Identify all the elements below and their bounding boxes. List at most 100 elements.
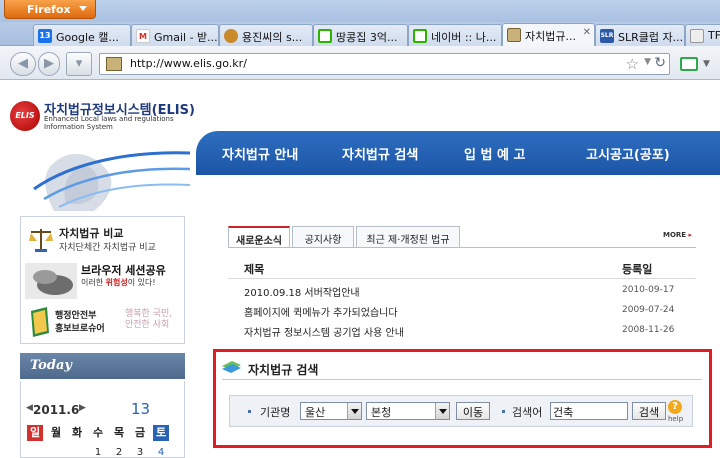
close-icon[interactable]: ✕	[583, 27, 591, 38]
site-identity-icon[interactable]	[106, 57, 122, 71]
browser-session-banner[interactable]: 브라우저 세션공유 이러한 위험성이 있다!	[21, 261, 184, 301]
tab-blog[interactable]: 용진씨의 s...	[219, 24, 313, 46]
calendar: ◀ 2011.6 ▶ 13 일 월 화 수 목 금 토 1 2 3 4	[20, 381, 185, 458]
calendar-date[interactable]: 2	[111, 447, 127, 458]
bullet-icon	[248, 410, 251, 413]
next-month-icon[interactable]: ▶	[79, 403, 86, 413]
tab-news[interactable]: 새로운소식	[228, 226, 290, 248]
tab-peanut-house[interactable]: 땅콩집 3억...	[313, 24, 408, 46]
brochure-slogan: 행복한 국민, 안전한 사회	[125, 309, 173, 330]
tab-gmail[interactable]: M Gmail - 받...	[131, 24, 219, 46]
compare-ordinances-link[interactable]: 자치법규 비교 자치단체간 자치법규 비교	[21, 221, 184, 259]
session-subtitle-text: 이러한	[81, 278, 106, 287]
list-item[interactable]: 자치법규 정보시스템 공기업 사용 안내 2008-11-26	[228, 320, 696, 340]
tab-label: 용진씨의 s...	[242, 31, 303, 44]
gmail-icon: M	[136, 29, 150, 43]
bookmark-star-icon[interactable]: ☆	[626, 55, 639, 73]
menu-item-legislative-notice[interactable]: 입 법 예 고	[464, 144, 525, 163]
bullet-icon	[502, 410, 505, 413]
window-titlebar: Firefox	[0, 0, 720, 22]
reload-icon[interactable]: ↻	[654, 55, 666, 71]
help-label[interactable]: help	[668, 415, 683, 423]
calendar-month: 2011.6	[33, 403, 80, 417]
tab-naver[interactable]: 네이버 :: 나...	[408, 24, 502, 46]
session-subtitle-risk: 위험성	[105, 278, 128, 287]
logo-subtitle-line: Enhanced Local laws and regulations	[44, 115, 174, 123]
today-header: Today	[20, 353, 185, 379]
naver-icon	[413, 29, 427, 43]
elis-logo-icon: ELIS	[10, 101, 40, 131]
tab-label: TF	[708, 29, 720, 42]
chevron-down-icon[interactable]	[435, 403, 449, 419]
firefox-menu-label: Firefox	[27, 3, 71, 16]
session-title: 브라우저 세션공유	[81, 264, 166, 277]
web-page: ELIS 자치법규정보시스템(ELIS) Enhanced Local laws…	[0, 81, 720, 458]
prev-month-icon[interactable]: ◀	[26, 403, 33, 413]
search-form: 기관명 울산 본청 이동 검색어 건축 검색	[229, 395, 693, 427]
menu-item-public-notice[interactable]: 고시공고(공포)	[586, 144, 670, 163]
keyword-input[interactable]: 건축	[550, 402, 628, 420]
notice-list-header: 제목 등록일	[228, 255, 696, 279]
session-subtitle-text: 이 있다!	[127, 278, 156, 287]
sidebar-quick-links: 자치법규 비교 자치단체간 자치법규 비교 브라우저 세션공유 이러한 위험성이…	[20, 216, 185, 344]
back-arrow-icon[interactable]: ◀	[10, 52, 36, 76]
chevron-down-icon[interactable]: ▼	[703, 59, 710, 69]
tab-divider	[228, 247, 696, 248]
calendar-date[interactable]: 3	[132, 447, 148, 458]
blog-icon	[224, 29, 238, 43]
office-select-value: 본청	[371, 406, 392, 419]
section-divider	[222, 379, 702, 380]
mopas-brochure-banner[interactable]: 행정안전부 홍보브로슈어 행복한 국민, 안전한 사회	[21, 303, 184, 343]
hand-mouse-icon	[25, 263, 77, 299]
list-item[interactable]: 홈페이지에 퀵메뉴가 추가되었습니다 2009-07-24	[228, 300, 696, 320]
column-title: 제목	[244, 263, 265, 276]
help-icon[interactable]: ?	[668, 400, 682, 414]
brochure-line-2: 홍보브로슈어	[55, 324, 105, 334]
compare-subtitle: 자치단체간 자치법규 비교	[59, 243, 156, 253]
tab-google-calendar[interactable]: 13 Google 캘...	[33, 24, 131, 46]
notice-title[interactable]: 2010.09.18 서버작업안내	[244, 284, 360, 299]
tab-label: Google 캘...	[56, 31, 119, 44]
tab-recent-laws[interactable]: 최근 제·개정된 법규	[356, 226, 460, 248]
notice-title[interactable]: 홈페이지에 퀵메뉴가 추가되었습니다	[244, 304, 398, 319]
tab-label: Gmail - 받...	[154, 31, 218, 44]
firefox-menu-button[interactable]: Firefox	[4, 0, 96, 19]
tab-label: SLR클럽 자...	[618, 31, 684, 44]
site-logo[interactable]: ELIS 자치법규정보시스템(ELIS) Enhanced Local laws…	[0, 81, 200, 213]
google-calendar-icon: 13	[38, 29, 52, 43]
tab-tf[interactable]: TF	[685, 24, 720, 46]
naver-toolbar-icon[interactable]	[680, 57, 698, 71]
forward-arrow-icon[interactable]: ▶	[38, 52, 60, 76]
region-select[interactable]: 울산	[300, 402, 362, 420]
chevron-down-icon[interactable]	[347, 403, 361, 419]
notice-date: 2008-11-26	[622, 325, 675, 335]
chevron-down-icon	[79, 6, 87, 11]
logo-subtitle-line: Information System	[44, 123, 113, 131]
history-dropdown-icon[interactable]: ▾	[66, 52, 92, 76]
slr-icon: SLR	[600, 29, 614, 43]
address-bar[interactable]: http://www.elis.go.kr/ ☆ ▼ ↻	[99, 53, 670, 75]
tab-label: 땅콩집 3억...	[336, 31, 398, 44]
main-navigation: 자치법규 안내 자치법규 검색 입 법 예 고 고시공고(공포)	[196, 131, 720, 175]
tab-notices[interactable]: 공지사항	[292, 226, 354, 248]
weekday-tue: 화	[71, 426, 83, 439]
notice-title[interactable]: 자치법규 정보시스템 공기업 사용 안내	[244, 324, 404, 339]
url-text[interactable]: http://www.elis.go.kr/	[130, 57, 247, 70]
naver-icon	[318, 29, 332, 43]
weekday-wed: 수	[92, 426, 104, 439]
calendar-date[interactable]: 4	[153, 447, 169, 458]
notice-date: 2009-07-24	[622, 305, 675, 315]
search-button[interactable]: 검색	[632, 402, 666, 420]
move-button[interactable]: 이동	[456, 402, 490, 420]
tab-slr[interactable]: SLR SLR클럽 자...	[595, 24, 685, 46]
tab-elis-active[interactable]: 자치법규... ✕	[502, 23, 595, 47]
menu-item-ordinance-search[interactable]: 자치법규 검색	[342, 144, 418, 163]
more-link[interactable]: MORE ▸	[663, 231, 692, 239]
book-icon	[31, 307, 49, 337]
list-item[interactable]: 2010.09.18 서버작업안내 2010-09-17	[228, 280, 696, 300]
menu-item-ordinance-guide[interactable]: 자치법규 안내	[222, 144, 298, 163]
calendar-date[interactable]: 1	[90, 447, 106, 458]
books-icon	[222, 361, 241, 373]
chevron-down-icon[interactable]: ▼	[644, 57, 651, 67]
office-select[interactable]: 본청	[366, 402, 450, 420]
